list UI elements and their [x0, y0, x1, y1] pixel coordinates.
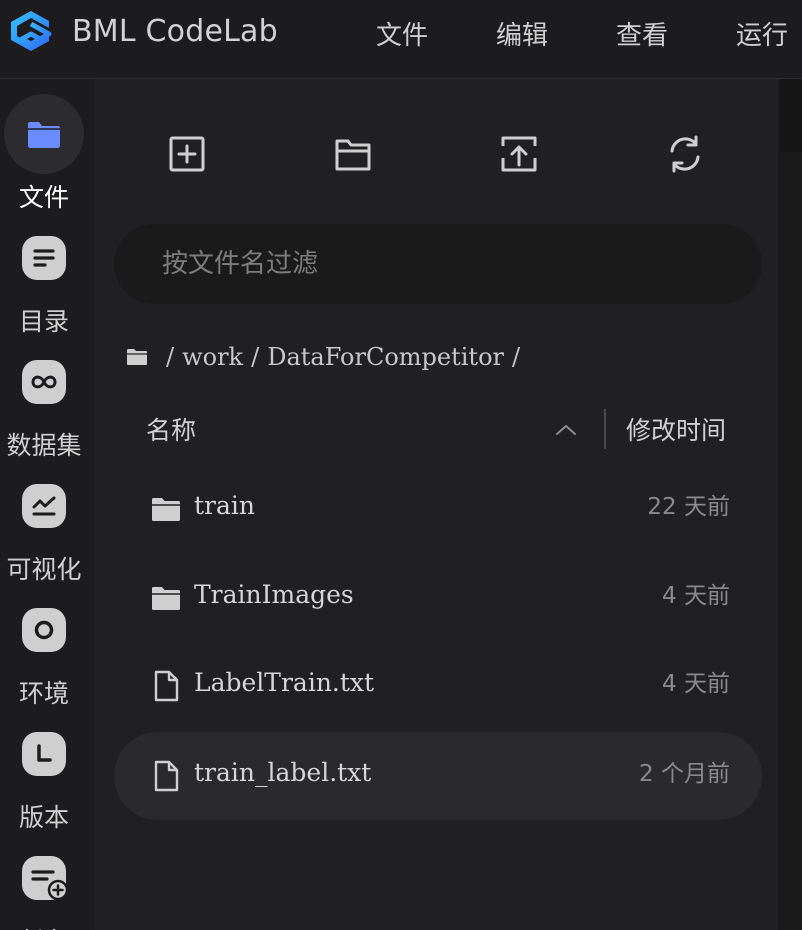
sidebar-item-task[interactable]: 任务 [0, 838, 88, 930]
app-title: BML CodeLab [72, 14, 278, 49]
folder-icon [152, 587, 180, 610]
folder-icon [28, 122, 60, 148]
sidebar-item-label: 目录 [18, 307, 69, 336]
file-row-train-label[interactable]: train_label.txt 2 个月前 [114, 732, 762, 820]
file-modified: 4 天前 [662, 583, 730, 609]
file-row-trainimages[interactable]: TrainImages 4 天前 [114, 554, 762, 642]
menu-edit[interactable]: 编辑 [496, 15, 548, 52]
chart-icon [22, 484, 66, 528]
sidebar-item-version[interactable]: 版本 [0, 714, 88, 832]
sidebar-item-visualization[interactable]: 可视化 [0, 466, 88, 584]
sidebar-item-environment[interactable]: 环境 [0, 590, 88, 708]
file-name: train [194, 491, 255, 520]
breadcrumb-separator: / [251, 343, 260, 371]
sidebar-item-label: 版本 [18, 803, 69, 832]
file-modified: 4 天前 [662, 671, 730, 697]
column-name[interactable]: 名称 [146, 411, 196, 447]
filter-input[interactable] [114, 224, 762, 304]
column-header: 名称 修改时间 [96, 399, 778, 459]
file-row-train[interactable]: train 22 天前 [114, 465, 762, 553]
breadcrumb-separator: / [166, 343, 175, 371]
chevron-up-icon[interactable] [551, 415, 581, 445]
environment-icon [22, 608, 66, 652]
file-name: train_label.txt [194, 758, 372, 787]
bml-logo-icon [11, 11, 52, 51]
sidebar-item-label: 环境 [18, 679, 69, 708]
file-icon [154, 670, 179, 702]
sidebar-item-toc[interactable]: 目录 [0, 218, 88, 336]
breadcrumb: / work / DataForCompetitor / [126, 337, 528, 377]
top-bar: BML CodeLab 文件 编辑 查看 运行 [0, 0, 802, 79]
file-row-labeltrain[interactable]: LabelTrain.txt 4 天前 [114, 642, 762, 730]
menu-view[interactable]: 查看 [616, 15, 668, 52]
breadcrumb-dataforcompetitor[interactable]: DataForCompetitor [267, 343, 504, 371]
file-modified: 22 天前 [647, 494, 730, 520]
file-modified: 2 个月前 [639, 761, 730, 787]
breadcrumb-work[interactable]: work [182, 343, 243, 371]
sidebar-item-label: 任务 [0, 922, 88, 930]
folder-icon[interactable] [126, 348, 148, 366]
breadcrumb-separator: / [512, 343, 521, 371]
sidebar-item-files[interactable]: 文件 [0, 94, 88, 212]
folder-icon [152, 498, 180, 521]
dataset-icon [22, 360, 66, 404]
editor-tab-edge[interactable] [780, 79, 802, 152]
column-divider[interactable] [604, 409, 606, 449]
new-file-icon[interactable] [162, 129, 212, 179]
column-modified[interactable]: 修改时间 [626, 411, 726, 447]
sidebar-item-label: 数据集 [6, 431, 82, 460]
refresh-icon[interactable] [660, 129, 710, 179]
new-folder-icon[interactable] [328, 129, 378, 179]
toc-icon [22, 236, 66, 280]
activity-sidebar: 文件 目录 数据集 可视化 环境 版本 [0, 79, 96, 930]
sidebar-item-dataset[interactable]: 数据集 [0, 342, 88, 460]
menu-run[interactable]: 运行 [736, 15, 788, 52]
version-icon [22, 732, 66, 776]
sidebar-item-label: 文件 [18, 183, 69, 212]
file-browser-panel: / work / DataForCompetitor / 名称 修改时间 tra… [96, 79, 778, 930]
menu-file[interactable]: 文件 [376, 15, 428, 52]
file-name: TrainImages [194, 580, 354, 609]
sidebar-item-label: 可视化 [6, 555, 82, 584]
upload-icon[interactable] [494, 129, 544, 179]
file-name: LabelTrain.txt [194, 668, 375, 697]
editor-area-edge [778, 79, 802, 930]
file-icon [154, 760, 179, 792]
task-icon [22, 856, 69, 901]
